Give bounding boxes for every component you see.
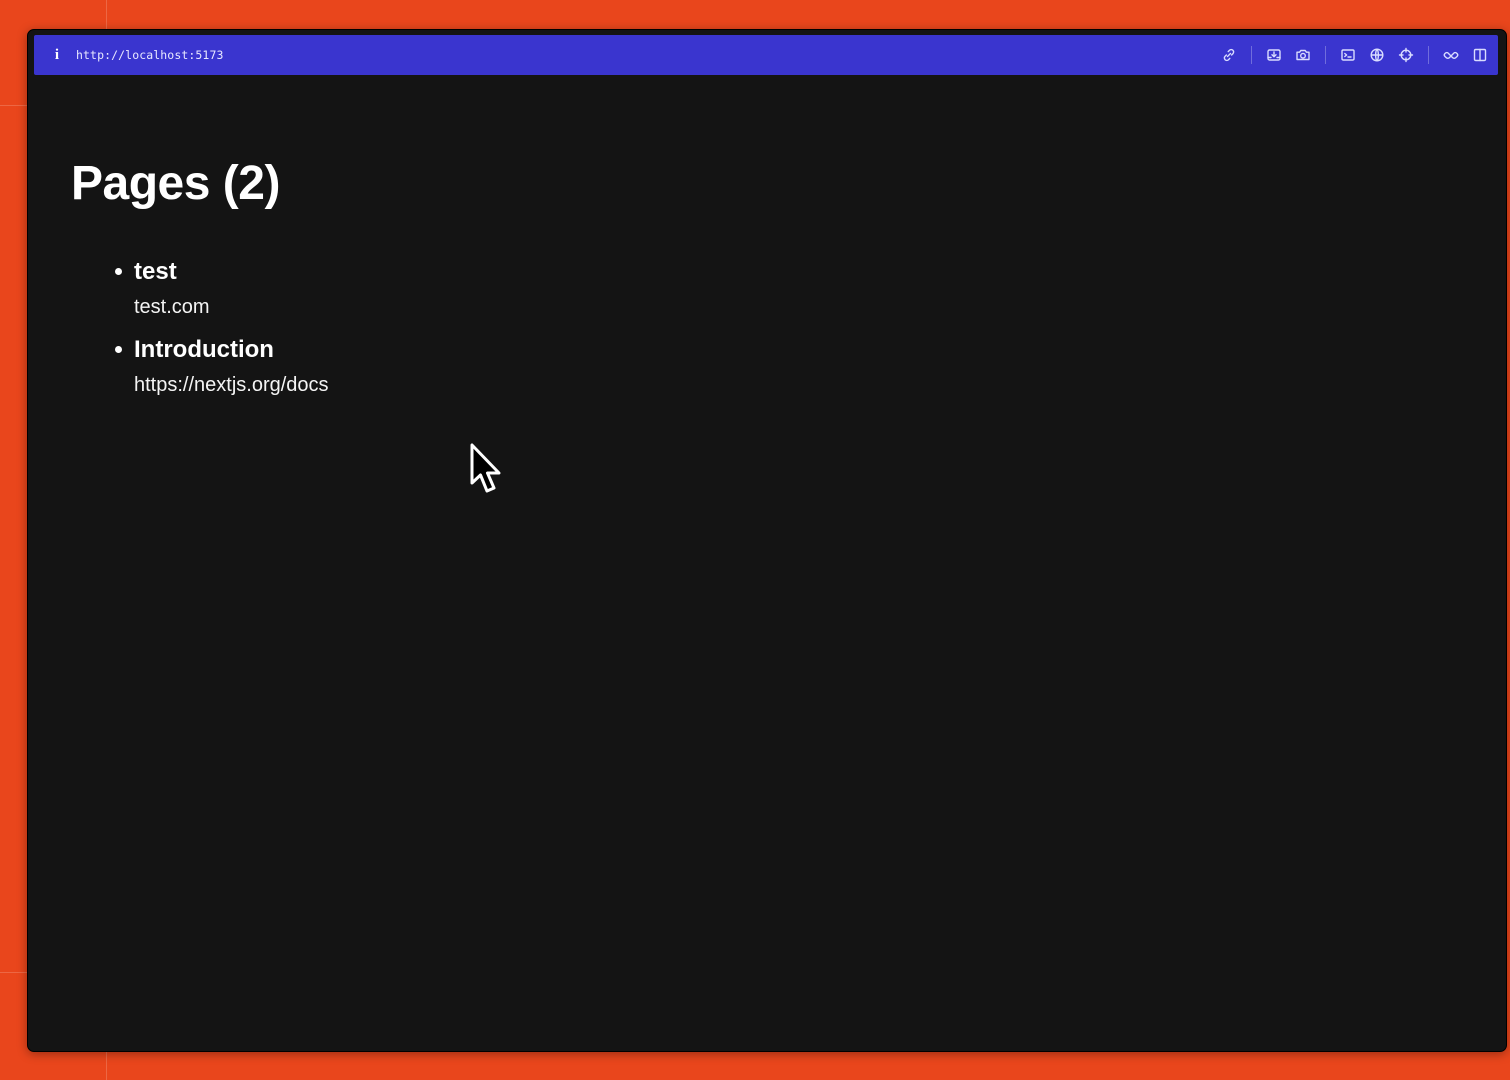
bullet-icon: [115, 346, 122, 353]
terminal-icon[interactable]: [1338, 45, 1358, 65]
toolbar-separator: [1251, 46, 1252, 64]
toolbar-separator: [1325, 46, 1326, 64]
extensions-icon[interactable]: [1441, 45, 1461, 65]
page-content: Pages (2) test test.com Introduction htt…: [28, 76, 1506, 1051]
info-icon[interactable]: i: [50, 35, 64, 75]
background-guide-horizontal-top: [0, 105, 30, 106]
page-item-url: test.com: [134, 296, 210, 318]
split-view-icon[interactable]: [1470, 45, 1490, 65]
crosshair-icon[interactable]: [1396, 45, 1416, 65]
globe-icon[interactable]: [1367, 45, 1387, 65]
list-item: test test.com: [112, 256, 329, 322]
bullet-icon: [115, 268, 122, 275]
page-item-title[interactable]: test: [134, 256, 329, 288]
browser-toolbar: i http://localhost:5173: [34, 35, 1498, 75]
toolbar-separator: [1428, 46, 1429, 64]
page-title: Pages (2): [71, 157, 280, 210]
background-guide-horizontal-bottom: [0, 972, 30, 973]
list-item: Introduction https://nextjs.org/docs: [112, 334, 329, 400]
browser-window: i http://localhost:5173 Pages (2) test t…: [27, 29, 1507, 1052]
pages-list: test test.com Introduction https://nextj…: [112, 256, 329, 412]
download-icon[interactable]: [1264, 45, 1284, 65]
mouse-pointer-icon: [470, 443, 501, 493]
page-item-url: https://nextjs.org/docs: [134, 374, 329, 396]
camera-icon[interactable]: [1293, 45, 1313, 65]
link-icon[interactable]: [1219, 45, 1239, 65]
address-bar-url[interactable]: http://localhost:5173: [76, 48, 224, 62]
page-item-title[interactable]: Introduction: [134, 334, 329, 366]
toolbar-actions: [1210, 45, 1490, 65]
